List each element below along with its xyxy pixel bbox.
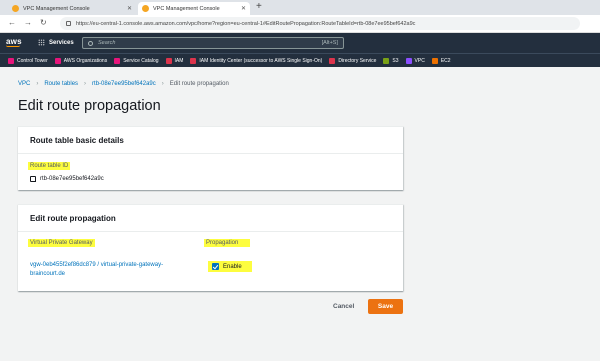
s3-icon [383,57,390,64]
breadcrumb-current: Edit route propagation [169,81,229,87]
breadcrumb: VPC › Route tables › rtb-08e7ee95bef642a… [18,81,229,87]
favorite-label: VPC [414,57,425,64]
favorite-label: AWS Organizations [63,57,108,64]
back-icon[interactable]: ← [8,18,16,27]
ec2-icon [431,57,438,64]
browser-tab[interactable]: VPC Management Console ✕ [8,2,136,15]
breadcrumb-route-tables[interactable]: Route tables [44,81,78,87]
identity-center-icon [190,57,197,64]
aws-favicon-icon [12,5,19,12]
checkbox-checked-icon[interactable] [212,263,219,270]
favorite-label: EC2 [440,57,451,64]
url-field[interactable]: https://eu-central-1.console.aws.amazon.… [60,17,580,30]
close-tab-icon[interactable]: ✕ [127,5,132,12]
favorite-control-tower[interactable]: Control Tower [8,57,48,64]
favorite-label: IAM Identity Center (successor to AWS Si… [199,57,323,64]
aws-top-nav: aws Services Search [Alt+S] [0,33,600,53]
column-header-gateway: Virtual Private Gateway [28,239,95,247]
control-tower-icon [8,57,14,64]
tab-title: VPC Management Console [153,5,220,12]
favorite-vpc[interactable]: VPC [405,57,425,64]
breadcrumb-vpc[interactable]: VPC [18,81,30,87]
favorite-aws-organizations[interactable]: AWS Organizations [54,57,108,64]
search-icon [88,40,93,46]
favorite-iam-identity-center[interactable]: IAM Identity Center (successor to AWS Si… [190,57,323,64]
address-bar: ← → ↻ https://eu-central-1.console.aws.a… [0,15,600,33]
route-table-id-value: rtb-08e7ee95bef642a9c [30,176,104,182]
tab-title: VPC Management Console [23,5,90,12]
route-table-id-label: Route table ID [28,162,71,170]
iam-icon [165,57,172,64]
aws-logo[interactable]: aws [6,37,22,47]
favorite-iam[interactable]: IAM [165,57,184,64]
enable-label: Enable [223,263,242,270]
enable-propagation-checkbox[interactable]: Enable [208,261,252,272]
gateway-link-line2: braincourt.de [30,271,66,277]
column-header-propagation: Propagation [204,239,251,247]
breadcrumb-route-table-id[interactable]: rtb-08e7ee95bef642a9c [92,81,156,87]
services-menu-button[interactable]: Services [38,39,74,46]
browser-tab-active[interactable]: VPC Management Console ✕ [138,2,250,15]
favorite-directory-service[interactable]: Directory Service [329,57,377,64]
organizations-icon [54,57,61,64]
route-table-id-text: rtb-08e7ee95bef642a9c [40,176,104,182]
favorite-label: Directory Service [338,57,377,64]
forward-icon[interactable]: → [24,18,32,27]
favorite-service-catalog[interactable]: Service Catalog [114,57,159,64]
url-text: https://eu-central-1.console.aws.amazon.… [76,20,416,27]
panel-title: Route table basic details [18,127,403,154]
directory-service-icon [329,57,336,64]
favorite-label: Control Tower [17,57,48,64]
chevron-right-icon: › [36,81,39,87]
chevron-right-icon: › [84,81,87,87]
favorite-label: Service Catalog [123,57,159,64]
lock-icon [66,21,71,26]
gateway-link-line1: vgw-0eb455f2ef86dc879 / virtual-private-… [30,262,164,268]
reload-icon[interactable]: ↻ [40,18,47,27]
route-table-details-panel: Route table basic details Route table ID… [18,126,403,190]
search-shortcut: [Alt+S] [321,40,338,46]
services-label: Services [49,39,74,46]
favorite-s3[interactable]: S3 [383,57,399,64]
search-placeholder: Search [98,40,116,46]
cancel-button[interactable]: Cancel [325,299,362,314]
copy-icon[interactable] [30,176,36,182]
browser-tab-bar: VPC Management Console ✕ VPC Management … [0,0,600,15]
favorite-label: S3 [392,57,399,64]
chevron-right-icon: › [161,81,164,87]
service-catalog-icon [114,57,121,64]
new-tab-icon[interactable]: + [256,1,262,12]
vpc-icon [405,57,412,64]
favorite-label: IAM [174,57,184,64]
grid-icon [38,39,45,46]
close-tab-icon[interactable]: ✕ [241,5,246,12]
aws-logo-text: aws [6,37,22,46]
search-input[interactable]: Search [Alt+S] [82,37,344,49]
favorites-bar: Control Tower AWS Organizations Service … [0,53,600,67]
panel-title: Edit route propagation [18,205,403,232]
save-button[interactable]: Save [368,299,403,314]
page-title: Edit route propagation [18,98,161,114]
edit-route-propagation-panel: Edit route propagation Virtual Private G… [18,204,403,291]
aws-favicon-icon [142,5,149,12]
favorite-ec2[interactable]: EC2 [431,57,451,64]
gateway-link[interactable]: vgw-0eb455f2ef86dc879 / virtual-private-… [30,261,230,279]
